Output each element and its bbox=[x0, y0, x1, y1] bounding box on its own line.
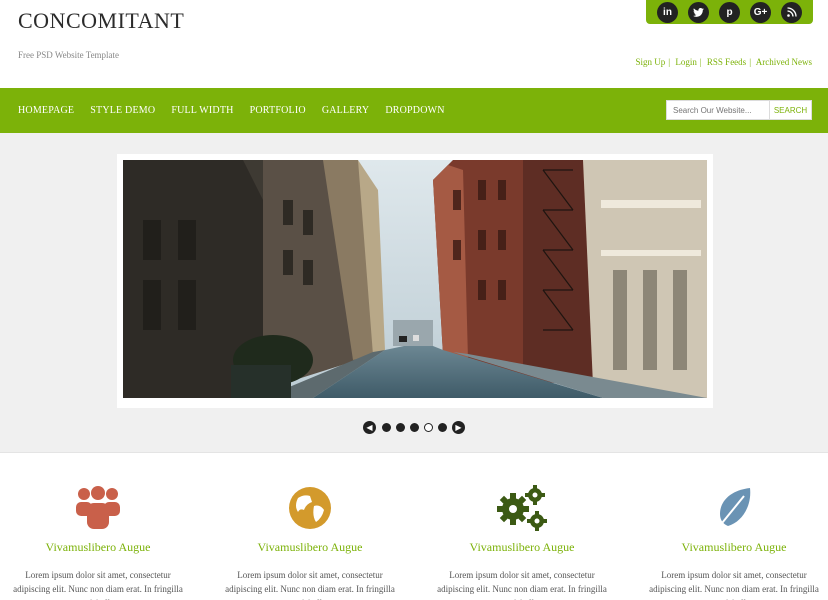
feature-text: Lorem ipsum dolor sit amet, consectetur … bbox=[437, 570, 607, 600]
feature-title[interactable]: Vivamuslibero Augue bbox=[224, 540, 396, 555]
archived-news-link[interactable]: Archived News bbox=[756, 57, 812, 67]
rss-feeds-link[interactable]: RSS Feeds bbox=[707, 57, 746, 67]
login-link[interactable]: Login bbox=[675, 57, 697, 67]
feature-block: Vivamuslibero Augue Lorem ipsum dolor si… bbox=[648, 484, 820, 600]
google-plus-icon[interactable]: G+ bbox=[750, 1, 771, 23]
slide-dot-3[interactable] bbox=[409, 423, 419, 432]
feature-block: Vivamuslibero Augue Lorem ipsum dolor si… bbox=[224, 484, 396, 600]
feature-block: Vivamuslibero Augue Lorem ipsum dolor si… bbox=[12, 484, 184, 600]
search-input[interactable] bbox=[666, 100, 770, 120]
slide-dot-5[interactable] bbox=[437, 423, 447, 432]
nav-item-homepage[interactable]: HOMEPAGE bbox=[18, 105, 74, 116]
nav-item-full-width[interactable]: FULL WIDTH bbox=[171, 105, 233, 116]
social-bar: in p G+ bbox=[646, 0, 813, 24]
nav-item-gallery[interactable]: GALLERY bbox=[322, 105, 370, 116]
nav-item-portfolio[interactable]: PORTFOLIO bbox=[250, 105, 306, 116]
site-tagline: Free PSD Website Template bbox=[18, 50, 120, 60]
slide-dot-2[interactable] bbox=[395, 423, 405, 432]
twitter-icon[interactable] bbox=[688, 1, 709, 23]
feature-text: Lorem ipsum dolor sit amet, consectetur … bbox=[649, 570, 819, 600]
slide-dot-1[interactable] bbox=[381, 423, 391, 432]
top-links: Sign Up | Login | RSS Feeds | Archived News bbox=[635, 57, 812, 67]
linkedin-icon[interactable]: in bbox=[657, 1, 678, 23]
city-street-photo bbox=[123, 160, 707, 398]
feature-title[interactable]: Vivamuslibero Augue bbox=[12, 540, 184, 555]
slider-frame bbox=[117, 154, 713, 408]
rss-icon[interactable] bbox=[781, 1, 802, 23]
people-icon bbox=[12, 484, 184, 532]
leaf-icon bbox=[648, 484, 820, 532]
search-form: SEARCH bbox=[666, 100, 812, 120]
feature-title[interactable]: Vivamuslibero Augue bbox=[436, 540, 608, 555]
prev-slide-icon[interactable]: ◀ bbox=[363, 421, 376, 434]
features-section: Vivamuslibero Augue Lorem ipsum dolor si… bbox=[0, 454, 828, 600]
main-nav: HOMEPAGE STYLE DEMO FULL WIDTH PORTFOLIO… bbox=[0, 88, 828, 133]
signup-link[interactable]: Sign Up bbox=[636, 57, 666, 67]
feature-title[interactable]: Vivamuslibero Augue bbox=[648, 540, 820, 555]
site-header: CONCOMITANT Free PSD Website Template in… bbox=[0, 0, 828, 88]
globe-icon bbox=[224, 484, 396, 532]
feature-text: Lorem ipsum dolor sit amet, consectetur … bbox=[225, 570, 395, 600]
slider-pagination: ◀ ▶ bbox=[0, 421, 828, 434]
slide-dot-4[interactable] bbox=[423, 423, 433, 432]
site-logo[interactable]: CONCOMITANT bbox=[18, 8, 184, 34]
nav-menu: HOMEPAGE STYLE DEMO FULL WIDTH PORTFOLIO… bbox=[18, 105, 461, 116]
search-button[interactable]: SEARCH bbox=[770, 100, 812, 120]
next-slide-icon[interactable]: ▶ bbox=[452, 421, 465, 434]
nav-item-style-demo[interactable]: STYLE DEMO bbox=[90, 105, 155, 116]
feature-text: Lorem ipsum dolor sit amet, consectetur … bbox=[13, 570, 183, 600]
pinterest-icon[interactable]: p bbox=[719, 1, 740, 23]
gears-icon bbox=[436, 484, 608, 532]
feature-block: Vivamuslibero Augue Lorem ipsum dolor si… bbox=[436, 484, 608, 600]
slider-section: ◀ ▶ bbox=[0, 133, 828, 453]
nav-item-dropdown[interactable]: DROPDOWN bbox=[385, 105, 444, 116]
